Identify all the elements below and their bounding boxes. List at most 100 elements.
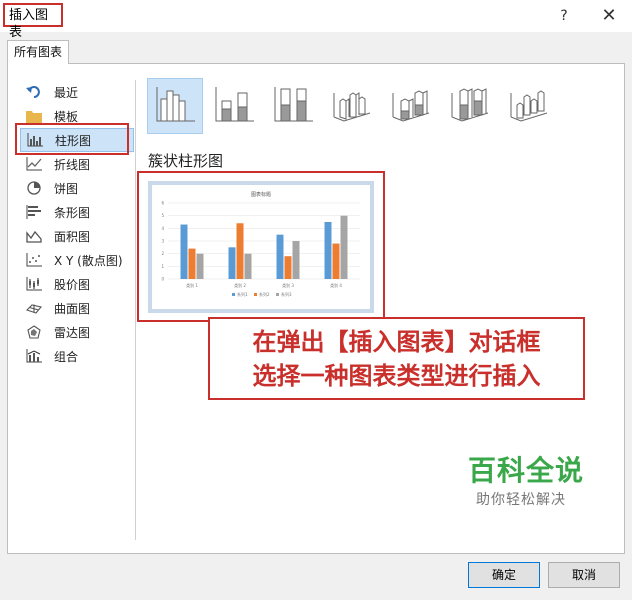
sidebar-item-area[interactable]: 面积图 (20, 224, 134, 248)
scatter-chart-icon (24, 252, 44, 268)
sidebar-item-label: 股价图 (54, 277, 91, 292)
y-tick-label: 4 (161, 226, 164, 231)
title-bar: 插入图表 ? ✕ (0, 0, 632, 40)
combo-chart-icon (24, 348, 44, 364)
folder-icon (24, 108, 44, 124)
sidebar-item-column[interactable]: 柱形图 (20, 128, 134, 152)
ok-button[interactable]: 确定 (468, 562, 540, 588)
bar-chart-icon (24, 204, 44, 220)
legend-swatch (254, 293, 257, 296)
watermark: 百科全说 助你轻松解决 (448, 447, 608, 537)
sidebar-item-scatter[interactable]: X Y (散点图) (20, 248, 134, 272)
bar-系列3-类别 1 (196, 253, 204, 279)
sidebar-item-label: 饼图 (54, 181, 79, 196)
legend-label: 系列1 (237, 291, 248, 297)
instruction-line-2: 选择一种图表类型进行插入 (252, 362, 541, 390)
subtype-name: 簇状柱形图 (148, 152, 224, 170)
subtype-3d-column[interactable] (501, 78, 557, 134)
y-tick-label: 5 (161, 213, 164, 218)
bar-系列2-类别 3 (284, 256, 292, 279)
sidebar-item-label: 模板 (54, 109, 79, 124)
sidebar-item-surface[interactable]: 曲面图 (20, 296, 134, 320)
subtype-3d-stacked-column[interactable] (383, 78, 439, 134)
bar-系列3-类别 3 (292, 241, 300, 279)
sidebar-item-line[interactable]: 折线图 (20, 152, 134, 176)
panel-divider (135, 80, 136, 540)
subtype-3d-100-stacked-column[interactable] (442, 78, 498, 134)
sidebar-item-label: 折线图 (54, 157, 91, 172)
sidebar-item-label: 最近 (54, 85, 79, 100)
3d-clustered-column-icon (332, 87, 372, 126)
close-button[interactable]: ✕ (596, 5, 622, 27)
radar-chart-icon (24, 324, 44, 340)
bar-系列1-类别 4 (324, 222, 332, 279)
chart-preview-highlight: 图表标题 0 1 2 3 4 5 6 类别 1 类别 2 类别 3 类别 4 系列1 系列2 系列3 (137, 171, 385, 322)
x-tick-label: 类别 3 (282, 282, 294, 288)
sidebar-item-label: X Y (散点图) (54, 253, 123, 268)
bar-系列1-类别 1 (180, 224, 188, 279)
watermark-slogan: 助你轻松解决 (476, 492, 566, 508)
column-chart-icon (25, 132, 45, 148)
tab-all-charts[interactable]: 所有图表 (7, 40, 69, 64)
chart-type-list: 最近 模板 柱形图 折线图 饼图 条形图 面积图 X Y (散点图) 股价图 曲… (20, 80, 134, 368)
sidebar-item-label: 雷达图 (54, 325, 91, 340)
y-tick-label: 1 (161, 264, 164, 269)
sidebar-item-label: 条形图 (54, 205, 91, 220)
area-chart-icon (24, 228, 44, 244)
bar-系列1-类别 3 (276, 234, 284, 279)
3d-stacked-column-icon (391, 87, 431, 126)
x-tick-label: 类别 1 (186, 282, 198, 288)
sidebar-item-bar[interactable]: 条形图 (20, 200, 134, 224)
bar-系列3-类别 2 (244, 253, 252, 279)
bar-系列2-类别 2 (236, 223, 244, 279)
cancel-button[interactable]: 取消 (548, 562, 620, 588)
help-button[interactable]: ? (551, 5, 577, 27)
pie-chart-icon (24, 180, 44, 196)
bar-系列3-类别 4 (340, 215, 348, 279)
legend-swatch (232, 293, 235, 296)
bar-系列2-类别 4 (332, 243, 340, 279)
subtype-clustered-column[interactable] (147, 78, 203, 134)
3d-column-icon (509, 87, 549, 126)
sidebar-item-stock[interactable]: 股价图 (20, 272, 134, 296)
watermark-logo-text: 百科全说 (468, 454, 585, 487)
3d-percent-stacked-column-icon (450, 87, 490, 126)
sidebar-item-pie[interactable]: 饼图 (20, 176, 134, 200)
sidebar-item-label: 曲面图 (54, 301, 91, 316)
subtype-stacked-column[interactable] (206, 78, 262, 134)
y-tick-label: 3 (161, 239, 164, 244)
legend-label: 系列3 (281, 291, 292, 297)
sidebar-item-label: 面积图 (54, 229, 91, 244)
x-tick-label: 类别 2 (234, 282, 246, 288)
chart-subtype-row (147, 78, 557, 136)
y-tick-label: 6 (161, 201, 164, 206)
subtype-100-stacked-column[interactable] (265, 78, 321, 134)
undo-icon (24, 84, 44, 100)
line-chart-icon (24, 156, 44, 172)
x-tick-label: 类别 4 (330, 282, 342, 288)
bar-系列1-类别 2 (228, 247, 236, 279)
y-tick-label: 2 (161, 251, 164, 256)
sidebar-item-label: 组合 (54, 349, 79, 364)
sidebar-item-recent[interactable]: 最近 (20, 80, 134, 104)
bar-系列2-类别 1 (188, 248, 196, 279)
instruction-callout: 在弹出【插入图表】对话框 选择一种图表类型进行插入 (208, 317, 585, 400)
sidebar-item-radar[interactable]: 雷达图 (20, 320, 134, 344)
clustered-column-icon (155, 86, 195, 126)
subtype-3d-clustered-column[interactable] (324, 78, 380, 134)
dialog-title: 插入图表 (3, 3, 63, 40)
surface-chart-icon (24, 300, 44, 316)
preview-chart: 图表标题 0 1 2 3 4 5 6 类别 1 类别 2 类别 3 类别 4 系列1 系列2 系列3 (161, 191, 360, 297)
legend-swatch (276, 293, 279, 296)
instruction-line-1: 在弹出【插入图表】对话框 (252, 328, 541, 356)
chart-title: 图表标题 (251, 191, 271, 198)
legend-label: 系列2 (259, 291, 270, 297)
stock-chart-icon (24, 276, 44, 292)
sidebar-item-label: 柱形图 (55, 133, 92, 148)
sidebar-item-templates[interactable]: 模板 (20, 104, 134, 128)
percent-stacked-column-icon (273, 86, 313, 126)
y-tick-label: 0 (161, 277, 164, 282)
sidebar-item-combo[interactable]: 组合 (20, 344, 134, 368)
chart-preview[interactable]: 图表标题 0 1 2 3 4 5 6 类别 1 类别 2 类别 3 类别 4 系列1 系列2 系列3 (148, 181, 374, 313)
stacked-column-icon (214, 86, 254, 126)
